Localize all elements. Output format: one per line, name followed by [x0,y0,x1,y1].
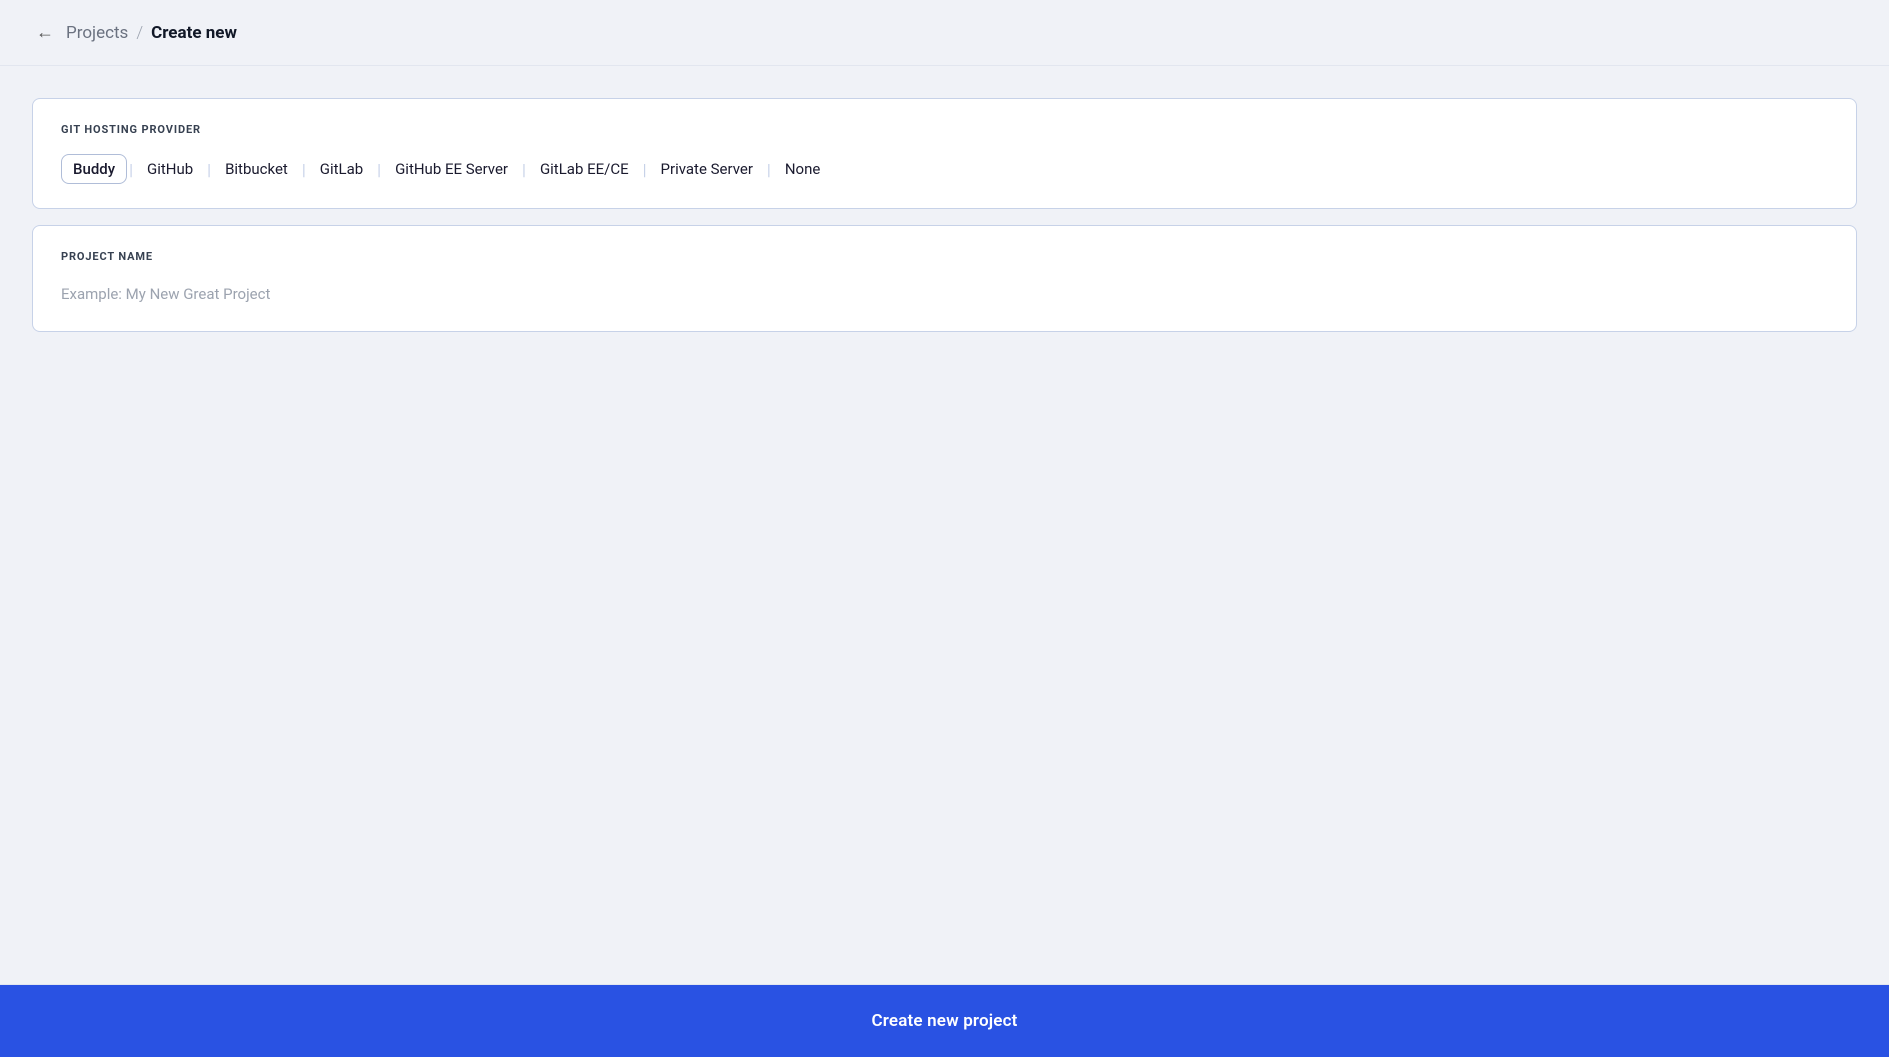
provider-list: Buddy|GitHub|Bitbucket|GitLab|GitHub EE … [61,154,1828,184]
provider-separator: | [129,160,133,179]
git-hosting-label: GIT HOSTING PROVIDER [61,123,1828,136]
page-header: ← Projects / Create new [0,0,1889,66]
provider-separator: | [767,160,771,179]
provider-item: GitLab EE/CE| [528,154,649,184]
page-footer: Create new project [0,984,1889,1057]
provider-btn-gitlab[interactable]: GitLab [308,154,375,184]
main-content: GIT HOSTING PROVIDER Buddy|GitHub|Bitbuc… [0,66,1889,984]
provider-btn-github[interactable]: GitHub [135,154,205,184]
provider-item: GitLab| [308,154,383,184]
breadcrumb-parent[interactable]: Projects [66,23,128,43]
provider-btn-bitbucket[interactable]: Bitbucket [213,154,300,184]
provider-separator: | [377,160,381,179]
create-project-button[interactable]: Create new project [0,985,1889,1057]
provider-btn-none[interactable]: None [773,154,833,184]
provider-item: None [773,154,833,184]
provider-separator: | [643,160,647,179]
project-name-label: PROJECT NAME [61,250,1828,263]
provider-separator: | [302,160,306,179]
breadcrumb-current: Create new [151,23,237,43]
provider-item: GitHub| [135,154,213,184]
provider-item: Private Server| [649,154,773,184]
provider-btn-github-ee[interactable]: GitHub EE Server [383,154,520,184]
provider-item: Buddy| [61,154,135,184]
project-name-input[interactable] [61,281,1828,307]
provider-btn-gitlab-ee[interactable]: GitLab EE/CE [528,154,641,184]
back-button[interactable]: ← [32,18,58,47]
git-hosting-card: GIT HOSTING PROVIDER Buddy|GitHub|Bitbuc… [32,98,1857,209]
provider-btn-buddy[interactable]: Buddy [61,154,127,184]
breadcrumb: Projects / Create new [66,23,237,43]
provider-separator: | [522,160,526,179]
project-name-card: PROJECT NAME [32,225,1857,332]
provider-item: Bitbucket| [213,154,308,184]
breadcrumb-separator: / [136,23,143,43]
provider-btn-private-server[interactable]: Private Server [649,154,765,184]
provider-separator: | [207,160,211,179]
provider-item: GitHub EE Server| [383,154,528,184]
